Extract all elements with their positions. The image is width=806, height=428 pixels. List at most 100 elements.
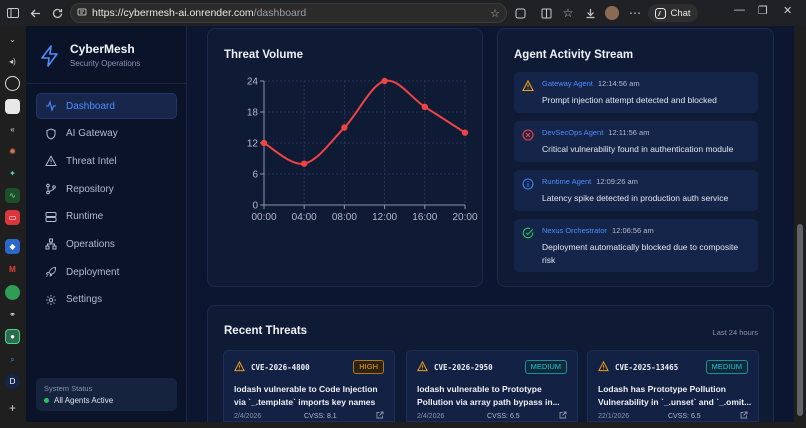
brand: CyberMesh Security Operations xyxy=(40,42,140,68)
letter-app-icon[interactable]: D xyxy=(5,374,20,389)
activity-agent: Runtime Agent xyxy=(542,177,592,186)
copilot-icon xyxy=(655,7,667,19)
activity-item[interactable]: Nexus Orchestrator 12:06:56 am Deployment… xyxy=(514,219,758,272)
minimize-icon[interactable]: — xyxy=(734,4,745,16)
add-icon[interactable]: + xyxy=(5,400,20,415)
nav-label: Runtime xyxy=(66,211,104,223)
more-menu-icon[interactable]: ⋯ xyxy=(624,2,646,24)
chart-app-icon[interactable]: ∿ xyxy=(5,188,20,203)
nav-item-repository[interactable]: Repository xyxy=(36,176,177,202)
nav-label: AI Gateway xyxy=(66,128,118,140)
url-path: /dashboard xyxy=(253,7,307,19)
split-screen-icon[interactable] xyxy=(535,2,557,24)
page-scrollbar[interactable] xyxy=(794,26,806,422)
git-branch-icon xyxy=(46,183,56,195)
activity-item[interactable]: Gateway Agent 12:14:56 am Prompt injectio… xyxy=(514,72,758,113)
app-window: CyberMesh Security Operations Dashboard … xyxy=(26,26,794,422)
nav-item-threat-intel[interactable]: Threat Intel xyxy=(36,148,177,174)
calendar-app-icon[interactable]: ▭ xyxy=(5,210,20,225)
back-icon[interactable] xyxy=(24,2,46,24)
sparkle-icon[interactable]: ✦ xyxy=(5,166,20,181)
link-app-icon[interactable]: ⚭ xyxy=(5,307,20,322)
check-circle-icon xyxy=(522,227,534,239)
activity-time: 12:06:56 am xyxy=(612,226,654,235)
app-icon[interactable] xyxy=(5,99,20,114)
status-dot-icon xyxy=(44,398,49,403)
activity-item[interactable]: DevSecOps Agent 12:11:56 am Critical vuln… xyxy=(514,121,758,162)
y-tick-label: 0 xyxy=(252,201,258,212)
activity-message: Latency spike detected in production aut… xyxy=(542,193,729,203)
gmail-icon[interactable]: M xyxy=(5,262,20,277)
warning-icon xyxy=(598,361,609,372)
nav-item-runtime[interactable]: Runtime xyxy=(36,204,177,230)
nav-label: Repository xyxy=(66,183,114,195)
data-point xyxy=(301,160,308,167)
threat-card[interactable]: CVE-2025-13465 MEDIUM Lodash has Prototy… xyxy=(587,350,759,422)
system-status: System Status All Agents Active xyxy=(36,378,177,411)
favorite-star-icon[interactable]: ☆ xyxy=(490,7,500,20)
data-point xyxy=(461,129,469,136)
sidebar-toggle-icon[interactable] xyxy=(2,2,24,24)
cve-id: CVE-2025-13465 xyxy=(615,363,679,372)
copilot-chat-button[interactable]: Chat xyxy=(648,4,698,22)
data-point xyxy=(381,77,388,85)
threat-title: lodash vulnerable to Prototype Pollution… xyxy=(417,384,560,407)
external-link-icon[interactable] xyxy=(376,411,384,419)
external-link-icon[interactable] xyxy=(740,411,748,419)
nav-item-settings[interactable]: Settings xyxy=(36,287,177,313)
shield-icon xyxy=(46,128,56,140)
scrollbar-thumb[interactable] xyxy=(797,224,803,416)
activity-header: Nexus Orchestrator 12:06:56 am xyxy=(542,226,654,235)
threat-date: 2/4/2026 xyxy=(234,413,262,420)
activity-item[interactable]: Runtime Agent 12:09:26 am Latency spike d… xyxy=(514,170,758,211)
collapse-icon[interactable]: ⌄ xyxy=(5,32,20,47)
y-tick-label: 6 xyxy=(252,170,258,181)
nav-label: Operations xyxy=(66,238,115,250)
active-app-icon[interactable]: ● xyxy=(5,329,20,344)
chrome-app-icon[interactable] xyxy=(5,285,20,300)
threat-card[interactable]: CVE-2026-4800 HIGH lodash vulnerable to … xyxy=(223,350,395,422)
info-icon xyxy=(522,178,534,190)
search-app-icon[interactable]: ⌕ xyxy=(5,352,20,367)
rocket-icon xyxy=(45,267,57,277)
activity-time: 12:09:26 am xyxy=(596,177,638,186)
external-link-icon[interactable] xyxy=(559,411,567,419)
status-value-row: All Agents Active xyxy=(44,396,169,405)
nav-item-dashboard[interactable]: Dashboard xyxy=(36,93,177,119)
maps-icon[interactable]: ◆ xyxy=(5,239,20,254)
profile-avatar[interactable] xyxy=(601,2,623,24)
nav-item-operations[interactable]: Operations xyxy=(36,231,177,257)
y-tick-label: 18 xyxy=(247,108,259,119)
activity-agent: Nexus Orchestrator xyxy=(542,226,608,235)
agent-activity-panel: Agent Activity Stream Gateway Agent 12:14… xyxy=(497,28,774,287)
alert-triangle-icon xyxy=(45,155,57,167)
data-point xyxy=(260,139,268,147)
favorites-icon[interactable]: ☆ xyxy=(557,2,579,24)
restore-icon[interactable]: ❐ xyxy=(758,4,768,17)
brand-title: CyberMesh xyxy=(70,42,135,56)
nav-item-deployment[interactable]: Deployment xyxy=(36,259,177,285)
x-tick-label: 08:00 xyxy=(332,212,357,223)
activity-time: 12:14:56 am xyxy=(597,79,640,88)
recent-threats-range: Last 24 hours xyxy=(712,328,758,337)
github-icon[interactable] xyxy=(5,76,20,91)
severity-badge: MEDIUM xyxy=(705,360,748,374)
threat-title: lodash vulnerable to Code Injection via … xyxy=(234,384,378,407)
activity-message: Critical vulnerability found in authenti… xyxy=(542,144,734,154)
cve-id: CVE-2026-2950 xyxy=(434,363,493,372)
threat-card[interactable]: CVE-2026-2950 MEDIUM lodash vulnerable t… xyxy=(406,350,578,422)
data-point xyxy=(341,124,348,131)
site-info-icon[interactable] xyxy=(77,7,87,20)
y-tick-label: 12 xyxy=(247,139,259,150)
refresh-icon[interactable] xyxy=(46,2,68,24)
speaker-icon[interactable]: ◂) xyxy=(5,54,20,69)
extensions-icon[interactable] xyxy=(509,2,531,24)
downloads-icon[interactable] xyxy=(579,2,601,24)
arrow-app-icon[interactable]: « xyxy=(5,122,20,137)
status-label: System Status xyxy=(44,384,93,393)
status-value: All Agents Active xyxy=(54,396,114,405)
address-bar[interactable]: https://cybermesh-ai.onrender.com/dashbo… xyxy=(70,3,507,23)
nav-item-ai-gateway[interactable]: AI Gateway xyxy=(36,121,177,147)
close-icon[interactable]: ✕ xyxy=(783,4,792,17)
claude-icon[interactable]: ✺ xyxy=(5,144,20,159)
